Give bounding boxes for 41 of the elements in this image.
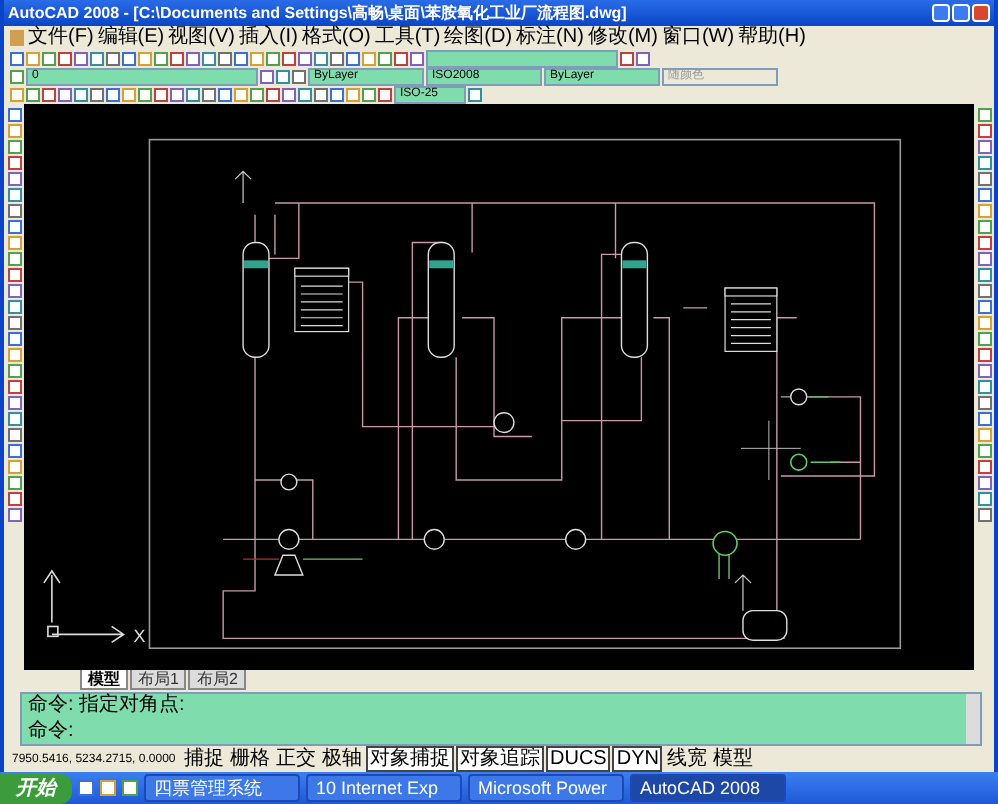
status-toggle-button[interactable]: DYN (612, 746, 663, 772)
taskbar-button[interactable]: 10 Internet Exp (306, 774, 462, 802)
status-toggle-button[interactable]: DUCS (546, 746, 611, 772)
status-toggle-button[interactable]: 模型 (710, 748, 755, 770)
command-line: 命令: 指定对角点: (28, 694, 185, 718)
command-window[interactable]: 命令: 指定对角点: 命令: (20, 692, 982, 746)
menu-item[interactable]: 编辑(E) (97, 26, 165, 50)
document-icon (10, 30, 24, 46)
drawing-canvas[interactable]: X (24, 104, 974, 670)
status-toggle-button[interactable]: 对象捕捉 (366, 746, 454, 772)
status-toggle-button[interactable]: 极轴 (320, 748, 364, 770)
ucs-axes-icon (43, 569, 125, 644)
status-toggle-button[interactable]: 线宽 (664, 748, 709, 770)
menu-item[interactable]: 文件(F) (28, 26, 94, 50)
menu-item[interactable]: 插入(I) (238, 26, 298, 50)
taskbar-button[interactable]: 四票管理系统 (144, 774, 300, 802)
menu-item[interactable]: 帮助(H) (738, 26, 806, 50)
menu-item[interactable]: 格式(O) (301, 26, 371, 50)
menu-item[interactable]: 视图(V) (168, 26, 235, 50)
menu-item[interactable]: 工具(T) (374, 26, 441, 50)
command-line: 命令: (28, 720, 76, 744)
tool-icon[interactable] (468, 88, 482, 102)
minimize-icon[interactable] (932, 4, 950, 22)
menu-item[interactable]: 绘图(D) (444, 26, 513, 50)
layout-tab[interactable]: 布局1 (130, 670, 187, 690)
menu-item[interactable]: 修改(M) (587, 26, 658, 50)
maximize-icon[interactable] (952, 4, 970, 22)
menu-item[interactable]: 标注(N) (516, 26, 584, 50)
layout-tab[interactable]: 模型 (80, 670, 128, 690)
taskbar-button[interactable]: Microsoft Power (468, 774, 624, 802)
x-axis-label: X (133, 626, 146, 647)
status-toggle-button[interactable]: 捕捉 (182, 748, 226, 770)
status-toggle-button[interactable]: 栅格 (228, 748, 272, 770)
status-toggle-button[interactable]: 正交 (274, 748, 318, 770)
window-title: AutoCAD 2008 - [C:\Documents and Settings\高畅\桌面\苯胺氧化工业厂流程图.dwg] (8, 3, 627, 23)
scrollbar-icon[interactable] (966, 694, 980, 744)
close-icon[interactable] (972, 4, 990, 22)
layout-tab[interactable]: 布局2 (188, 670, 246, 690)
menu-item[interactable]: 窗口(W) (661, 26, 735, 50)
status-toggle-button[interactable]: 对象追踪 (456, 746, 544, 772)
taskbar-button[interactable]: AutoCAD 2008 (630, 774, 786, 802)
